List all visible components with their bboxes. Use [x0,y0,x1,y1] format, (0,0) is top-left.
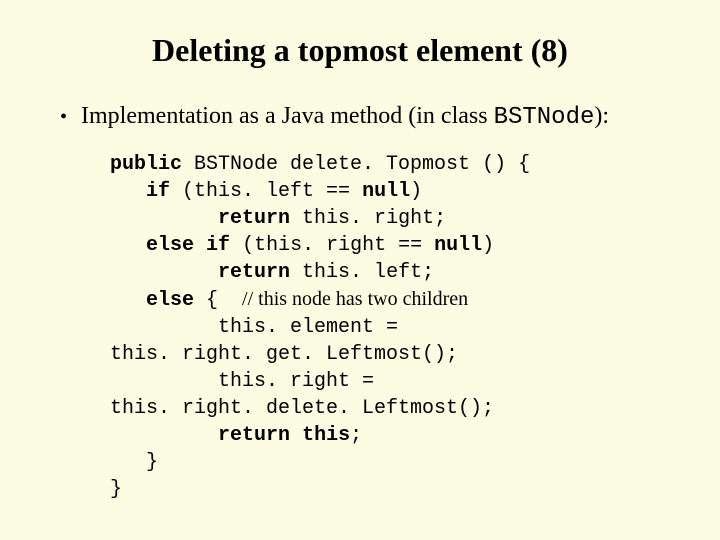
code-comment: // this node has two children [242,288,468,310]
bullet-classname: BSTNode [494,104,595,131]
bullet-item: • Implementation as a Java method (in cl… [60,103,670,131]
code-close1: } [146,451,158,474]
slide-title: Deleting a topmost element (8) [50,32,670,69]
bullet-text: Implementation as a Java method (in clas… [81,103,609,131]
code-ret1: this. right; [290,207,446,230]
bullet-suffix: ): [594,103,609,129]
code-sig: BSTNode delete. Topmost () { [182,153,530,176]
kw-return2: return [218,261,290,284]
kw-return3: return [218,424,290,447]
kw-this: this [302,424,350,447]
kw-else2: else [146,289,194,312]
code-assign2: this. right = [218,370,374,393]
code-assign2b: this. right. delete. Leftmost(); [110,397,494,420]
kw-if: if [146,180,170,203]
kw-return1: return [218,207,290,230]
code-ret3sp [290,424,302,447]
kw-null2: null [434,234,482,257]
code-ifcond2b: ) [482,234,494,257]
kw-if2: if [206,234,230,257]
code-sp1 [194,234,206,257]
code-assign1: this. element = [218,316,398,339]
code-block: public BSTNode delete. Topmost () { if (… [110,151,670,503]
code-semi: ; [350,424,362,447]
slide: Deleting a topmost element (8) • Impleme… [0,0,720,540]
code-ifcond1b: ) [410,180,422,203]
kw-public: public [110,153,182,176]
bullet-dot-icon: • [60,103,67,131]
code-ifcond1: (this. left == [170,180,362,203]
kw-null1: null [362,180,410,203]
code-ret2: this. left; [290,261,434,284]
code-brace: { [194,289,242,312]
code-close2: } [110,478,122,501]
code-ifcond2: (this. right == [230,234,434,257]
code-assign1b: this. right. get. Leftmost(); [110,343,458,366]
kw-else1: else [146,234,194,257]
bullet-prefix: Implementation as a Java method (in clas… [81,103,494,129]
